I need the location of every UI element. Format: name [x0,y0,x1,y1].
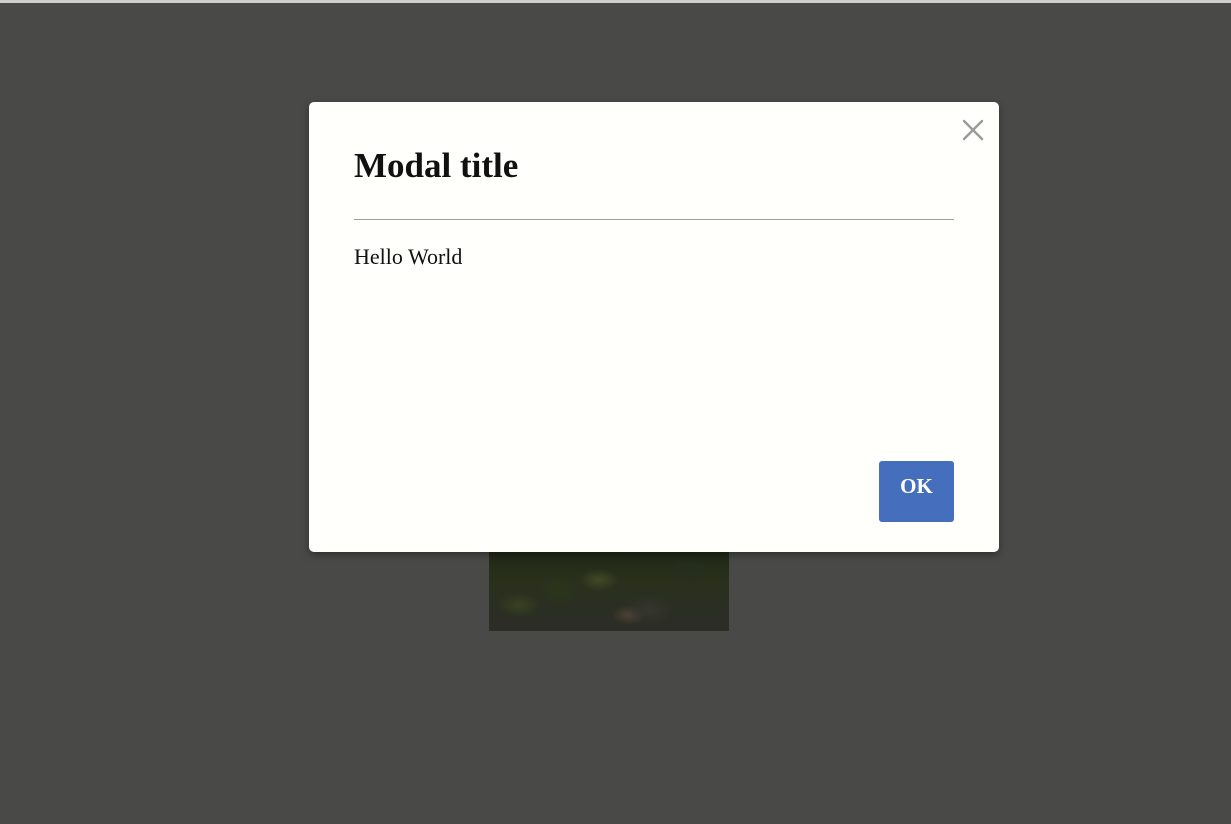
ok-button[interactable]: OK [879,461,954,522]
modal-dialog: Modal title Hello World OK [309,102,999,552]
close-icon[interactable] [962,119,984,146]
modal-title: Modal title [354,146,519,185]
modal-header-divider [354,219,954,220]
close-button[interactable] [961,119,985,146]
modal-body-text: Hello World [354,244,463,269]
